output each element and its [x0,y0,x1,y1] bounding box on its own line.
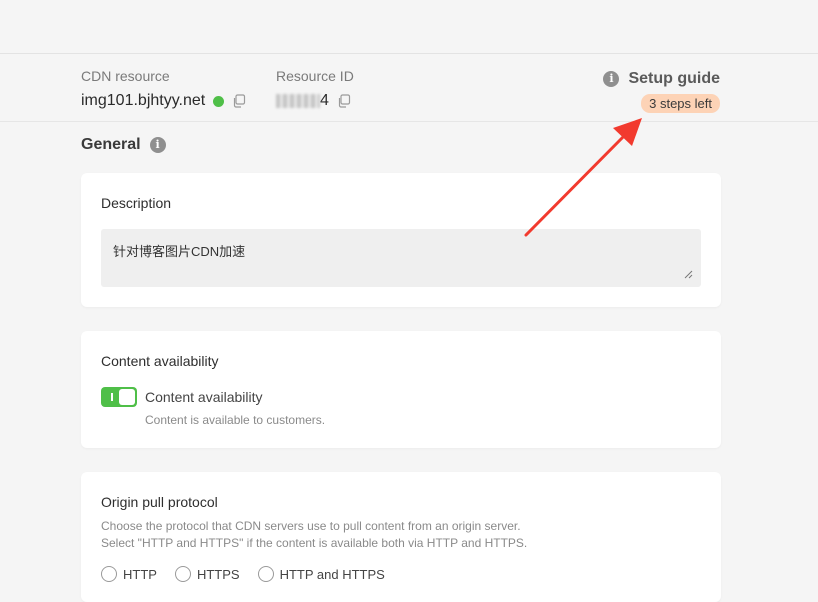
radio-circle[interactable] [257,566,274,582]
cdn-resource-label: CDN resource [81,68,170,84]
protocol-radio-group: HTTP HTTPS HTTP and HTTPS [101,566,385,582]
origin-pull-card: Origin pull protocol Choose the protocol… [81,472,721,602]
resource-id-block: Resource ID 4 [276,68,354,110]
status-active-dot [213,95,225,107]
content-availability-card: Content availability Content availabilit… [81,331,721,448]
cdn-resource-block: CDN resource img101.bjhtyy.net [81,68,246,110]
radio-circle[interactable] [101,566,117,582]
info-icon[interactable]: i [149,137,166,153]
origin-help-line-2: Select "HTTP and HTTPS" if the content i… [101,536,528,550]
info-icon: i [603,71,620,87]
copy-icon[interactable] [232,94,246,108]
description-title: Description [101,195,172,211]
description-card: Description 针对博客图片CDN加速 [81,173,721,307]
resource-id-value: 4 [320,92,329,109]
description-textarea[interactable]: 针对博客图片CDN加速 [101,229,701,287]
steps-left-badge[interactable]: 3 steps left [641,94,720,113]
origin-pull-title: Origin pull protocol [101,494,218,510]
content-availability-toggle[interactable] [101,387,137,407]
content-availability-title: Content availability [101,353,219,369]
toggle-help-text: Content is available to customers. [145,413,326,427]
description-value: 针对博客图片CDN加速 [113,244,246,259]
radio-label: HTTPS [196,566,240,582]
radio-http-and-https[interactable]: HTTP and HTTPS [257,566,385,582]
general-section-title: General i [81,136,166,154]
origin-help-line-1: Choose the protocol that CDN servers use… [101,519,521,533]
toggle-on-mark [111,393,113,401]
setup-guide[interactable]: i Setup guide 3 steps left [603,70,720,113]
resource-id-redacted [276,94,320,108]
resource-id-label: Resource ID [276,68,354,84]
radio-https[interactable]: HTTPS [174,566,240,582]
copy-icon[interactable] [337,94,351,108]
radio-http[interactable]: HTTP [101,566,157,582]
setup-guide-title[interactable]: Setup guide [628,70,720,88]
origin-pull-help: Choose the protocol that CDN servers use… [101,518,701,552]
top-bar [0,0,818,54]
cdn-resource-value: img101.bjhtyy.net [81,92,206,109]
radio-label: HTTP and HTTPS [279,566,385,582]
radio-circle[interactable] [174,566,191,582]
radio-label: HTTP [123,566,157,582]
resource-header: CDN resource img101.bjhtyy.net Resource … [0,54,818,122]
toggle-label: Content availability [145,389,263,405]
resize-handle-icon[interactable] [684,270,693,279]
general-title: General [81,136,141,153]
toggle-knob [119,389,135,405]
